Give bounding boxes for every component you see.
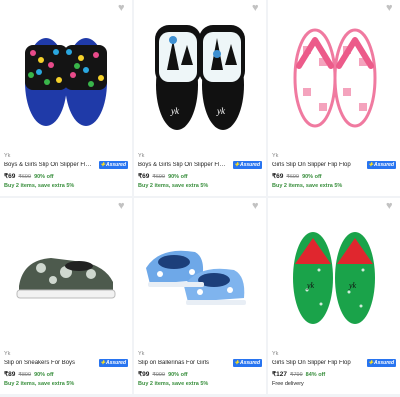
discount-label: 90% off (302, 174, 322, 180)
product-card[interactable]: ♥ yk yk Yk Boys & Girls Slip On Slipper … (134, 0, 266, 196)
product-mrp: ₹799 (289, 372, 303, 378)
offer-text: Buy 2 items, save extra 5% (138, 381, 209, 387)
wishlist-heart-icon[interactable]: ♥ (252, 3, 262, 14)
svg-text:yk: yk (306, 281, 315, 290)
product-title[interactable]: Girls Slip On Slipper Flip Flop (272, 162, 351, 168)
product-image[interactable]: ♥ (134, 198, 266, 348)
product-brand: Yk (4, 351, 11, 357)
assured-label: Assured (239, 162, 260, 168)
product-price: ₹99 (138, 371, 150, 378)
discount-label: 90% off (168, 372, 188, 378)
product-price: ₹69 (272, 173, 284, 180)
wishlist-heart-icon[interactable]: ♥ (118, 3, 128, 14)
assured-label: Assured (373, 360, 394, 366)
product-card[interactable]: ♥ Yk Girls Slip On Slipper Flip Flop ✚ As… (268, 0, 400, 196)
discount-label: 90% off (34, 372, 54, 378)
offer-text: Buy 2 items, save extra 5% (138, 183, 209, 189)
slipper-image (25, 38, 107, 126)
ballerina-image (146, 250, 246, 305)
assured-label: Assured (373, 162, 394, 168)
product-price: ₹69 (138, 173, 150, 180)
offer-text: Buy 2 items, save extra 5% (272, 183, 343, 189)
product-image[interactable]: ♥ yk yk (134, 0, 266, 150)
assured-label: Assured (239, 360, 260, 366)
assured-badge-icon: ✚ Assured (232, 161, 262, 169)
product-title[interactable]: Boys & Girls Slip On Slipper Flip Fl... (138, 162, 226, 168)
product-price: ₹69 (4, 173, 16, 180)
slipper-image: yk yk (155, 25, 245, 130)
wishlist-heart-icon[interactable]: ♥ (252, 201, 262, 212)
product-brand: Yk (138, 153, 145, 159)
product-image[interactable]: ♥ yk yk (268, 198, 400, 348)
flip-flop-image (293, 28, 377, 127)
product-title[interactable]: Girls Slip On Slipper Flip Flop (272, 360, 351, 366)
product-card[interactable]: ♥ Yk Boys & Girls Slip On Slipper Flip F… (0, 0, 132, 196)
product-mrp: ₹699 (152, 174, 166, 180)
product-brand: Yk (138, 351, 145, 357)
svg-text:yk: yk (216, 106, 226, 116)
product-title[interactable]: Slip on Sneakers For Boys (4, 360, 75, 366)
product-price: ₹127 (272, 371, 287, 378)
product-card[interactable]: ♥ yk yk Yk Girls Slip On Slipper Flip Fl… (268, 198, 400, 394)
product-card[interactable]: ♥ Yk Slip on Sneakers For Boys ✚ Assured … (0, 198, 132, 394)
assured-label: Assured (105, 360, 126, 366)
assured-badge-icon: ✚ Assured (98, 359, 128, 367)
product-mrp: ₹699 (18, 174, 32, 180)
product-brand: Yk (272, 153, 279, 159)
product-mrp: ₹899 (18, 372, 32, 378)
assured-badge-icon: ✚ Assured (366, 161, 396, 169)
discount-label: 84% off (305, 372, 326, 378)
sneaker-image (16, 258, 116, 299)
flip-flop-image: yk yk (293, 232, 375, 324)
wishlist-heart-icon[interactable]: ♥ (118, 201, 128, 212)
discount-label: 90% off (168, 174, 188, 180)
product-image[interactable]: ♥ (0, 198, 132, 348)
offer-text: Buy 2 items, save extra 5% (4, 381, 75, 387)
discount-label: 90% off (34, 174, 54, 180)
product-title[interactable]: Slip on Ballerinas For Girls (138, 360, 209, 366)
product-title[interactable]: Boys & Girls Slip On Slipper Flip Fl... (4, 162, 92, 168)
product-brand: Yk (4, 153, 11, 159)
delivery-text: Free delivery (272, 381, 304, 387)
product-brand: Yk (272, 351, 279, 357)
product-mrp: ₹699 (286, 174, 300, 180)
product-card[interactable]: ♥ Yk Slip on Ballerinas For Girls ✚ Assur… (134, 198, 266, 394)
product-image[interactable]: ♥ (0, 0, 132, 150)
product-image[interactable]: ♥ (268, 0, 400, 150)
product-price: ₹89 (4, 371, 16, 378)
wishlist-heart-icon[interactable]: ♥ (386, 3, 396, 14)
svg-text:yk: yk (170, 106, 180, 116)
offer-text: Buy 2 items, save extra 5% (4, 183, 75, 189)
assured-badge-icon: ✚ Assured (366, 359, 396, 367)
assured-badge-icon: ✚ Assured (232, 359, 262, 367)
assured-badge-icon: ✚ Assured (98, 161, 128, 169)
assured-label: Assured (105, 162, 126, 168)
svg-text:yk: yk (348, 281, 357, 290)
product-grid: ♥ Yk Boys & Girls Slip On Slipper Flip F… (0, 0, 400, 394)
wishlist-heart-icon[interactable]: ♥ (386, 201, 396, 212)
product-mrp: ₹999 (152, 372, 166, 378)
